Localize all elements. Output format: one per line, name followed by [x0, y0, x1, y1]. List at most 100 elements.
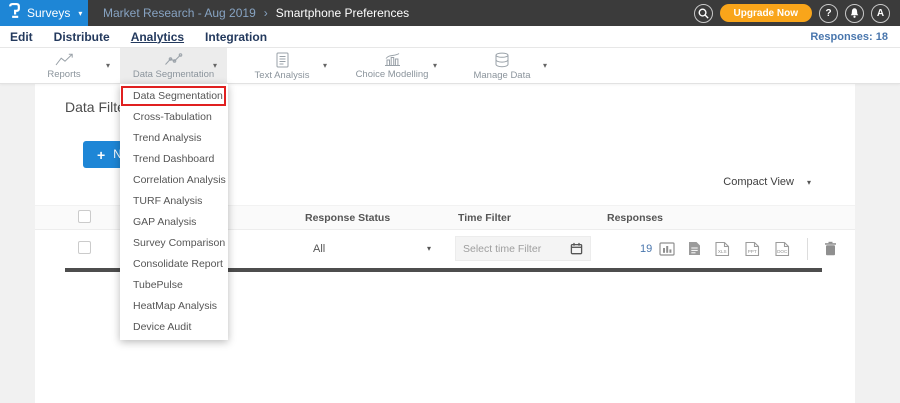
export-xls-button[interactable]: XLS: [714, 241, 731, 257]
menu-item-turf-analysis[interactable]: TURF Analysis: [120, 191, 228, 212]
chevron-down-icon[interactable]: ▾: [433, 61, 437, 70]
survey-nav: Edit Distribute Analytics Integration Re…: [0, 26, 900, 48]
menu-item-heatmap-analysis[interactable]: HeatMap Analysis: [120, 296, 228, 317]
divider: [807, 238, 808, 260]
tool-manage-data[interactable]: Manage Data ▾: [447, 48, 557, 84]
topbar-actions: Upgrade Now ? A: [694, 4, 900, 23]
nav-integration[interactable]: Integration: [205, 30, 267, 44]
analytics-toolbar: Reports ▾ Data Segmentation ▾ Text Analy…: [0, 48, 900, 84]
tool-choice-modelling[interactable]: Choice Modelling ▾: [337, 48, 447, 84]
surveys-menu[interactable]: Surveys ▾: [0, 0, 88, 26]
menu-item-label: TURF Analysis: [133, 195, 202, 207]
avatar[interactable]: A: [871, 4, 890, 23]
chevron-down-icon[interactable]: ▾: [213, 61, 217, 70]
help-button[interactable]: ?: [819, 4, 838, 23]
bar-line-chart-icon: [383, 52, 402, 67]
export-doc-button[interactable]: DOC: [774, 241, 791, 257]
menu-item-cross-tabulation[interactable]: Cross-Tabulation: [120, 107, 228, 128]
chevron-down-icon[interactable]: ▾: [543, 61, 547, 70]
responses-count[interactable]: Responses: 18: [810, 31, 900, 43]
compact-view-selector[interactable]: Compact View ▾: [723, 176, 811, 188]
menu-item-correlation-analysis[interactable]: Correlation Analysis: [120, 170, 228, 191]
menu-item-trend-dashboard[interactable]: Trend Dashboard: [120, 149, 228, 170]
breadcrumb-parent[interactable]: Market Research - Aug 2019: [103, 6, 256, 20]
menu-item-label: GAP Analysis: [133, 216, 196, 228]
response-status-value: All: [313, 243, 325, 255]
nav-edit[interactable]: Edit: [10, 30, 33, 44]
nav-distribute[interactable]: Distribute: [54, 30, 110, 44]
menu-item-gap-analysis[interactable]: GAP Analysis: [120, 212, 228, 233]
menu-item-label: TubePulse: [133, 279, 183, 291]
bell-icon: [849, 7, 860, 19]
responses-column-header: Responses: [595, 212, 667, 224]
tool-data-segmentation[interactable]: Data Segmentation ▾: [120, 48, 227, 84]
menu-item-label: Correlation Analysis: [133, 174, 226, 186]
menu-item-label: Trend Analysis: [133, 132, 201, 144]
delete-button[interactable]: [824, 241, 837, 256]
row-checkbox[interactable]: [78, 241, 91, 254]
breadcrumb: Market Research - Aug 2019 › Smartphone …: [103, 6, 409, 20]
menu-item-consolidate-report[interactable]: Consolidate Report: [120, 254, 228, 275]
bar-chart-icon: [659, 242, 675, 256]
responses-value[interactable]: 19: [595, 243, 667, 255]
menu-item-trend-analysis[interactable]: Trend Analysis: [120, 128, 228, 149]
chevron-down-icon: ▾: [807, 178, 811, 187]
dashboard-report-button[interactable]: [659, 242, 675, 256]
product-name: Surveys: [27, 6, 70, 20]
calendar-icon[interactable]: [570, 242, 583, 255]
menu-item-label: HeatMap Analysis: [133, 300, 217, 312]
select-all-checkbox-cell: [65, 210, 105, 226]
chevron-down-icon: ▾: [427, 244, 431, 253]
menu-item-label: Device Audit: [133, 321, 191, 333]
menu-item-survey-comparison[interactable]: Survey Comparison: [120, 233, 228, 254]
text-document-icon: [275, 52, 290, 68]
svg-text:XLS: XLS: [718, 249, 727, 254]
search-button[interactable]: [694, 4, 713, 23]
row-actions: XLS PPT DOC: [659, 238, 855, 260]
nav-analytics[interactable]: Analytics: [131, 30, 184, 44]
menu-item-device-audit[interactable]: Device Audit: [120, 317, 228, 338]
menu-item-tubepulse[interactable]: TubePulse: [120, 275, 228, 296]
time-filter-input[interactable]: [463, 243, 570, 255]
time-filter-input-box: [455, 236, 591, 261]
tool-label: Data Segmentation: [133, 69, 214, 80]
trash-icon: [824, 241, 837, 256]
tool-label: Manage Data: [473, 70, 530, 81]
app-logo-icon: [8, 2, 21, 24]
select-all-checkbox[interactable]: [78, 210, 91, 223]
menu-item-label: Cross-Tabulation: [133, 111, 212, 123]
menu-item-data-segmentation[interactable]: Data Segmentation: [120, 86, 228, 107]
time-filter-column-header: Time Filter: [455, 212, 595, 224]
breadcrumb-separator: ›: [264, 6, 268, 20]
xls-file-icon: XLS: [714, 241, 731, 257]
menu-item-label: Consolidate Report: [133, 258, 223, 270]
breadcrumb-current: Smartphone Preferences: [276, 6, 409, 20]
tool-reports[interactable]: Reports ▾: [8, 48, 120, 84]
upgrade-now-button[interactable]: Upgrade Now: [720, 4, 812, 22]
document-icon: [688, 241, 701, 256]
ppt-file-icon: PPT: [744, 241, 761, 257]
tool-label: Choice Modelling: [356, 69, 429, 80]
response-status-select[interactable]: All ▾: [275, 243, 455, 255]
chevron-down-icon[interactable]: ▾: [323, 61, 327, 70]
tool-label: Reports: [47, 69, 80, 80]
line-chart-icon: [54, 52, 75, 67]
svg-text:DOC: DOC: [777, 249, 788, 254]
database-icon: [493, 52, 511, 68]
menu-item-label: Survey Comparison: [133, 237, 225, 249]
menu-item-label: Data Segmentation: [133, 90, 223, 102]
top-bar: Surveys ▾ Market Research - Aug 2019 › S…: [0, 0, 900, 26]
doc-file-icon: DOC: [774, 241, 791, 257]
response-status-column-header: Response Status: [275, 212, 455, 224]
notifications-button[interactable]: [845, 4, 864, 23]
data-segmentation-dropdown: Data Segmentation Cross-Tabulation Trend…: [120, 84, 228, 340]
document-report-button[interactable]: [688, 241, 701, 256]
menu-item-label: Trend Dashboard: [133, 153, 214, 165]
svg-text:PPT: PPT: [748, 249, 757, 254]
tool-text-analysis[interactable]: Text Analysis ▾: [227, 48, 337, 84]
export-ppt-button[interactable]: PPT: [744, 241, 761, 257]
tool-label: Text Analysis: [255, 70, 310, 81]
chevron-down-icon[interactable]: ▾: [106, 61, 110, 70]
time-filter-cell: [455, 236, 595, 261]
plus-icon: +: [97, 147, 105, 163]
